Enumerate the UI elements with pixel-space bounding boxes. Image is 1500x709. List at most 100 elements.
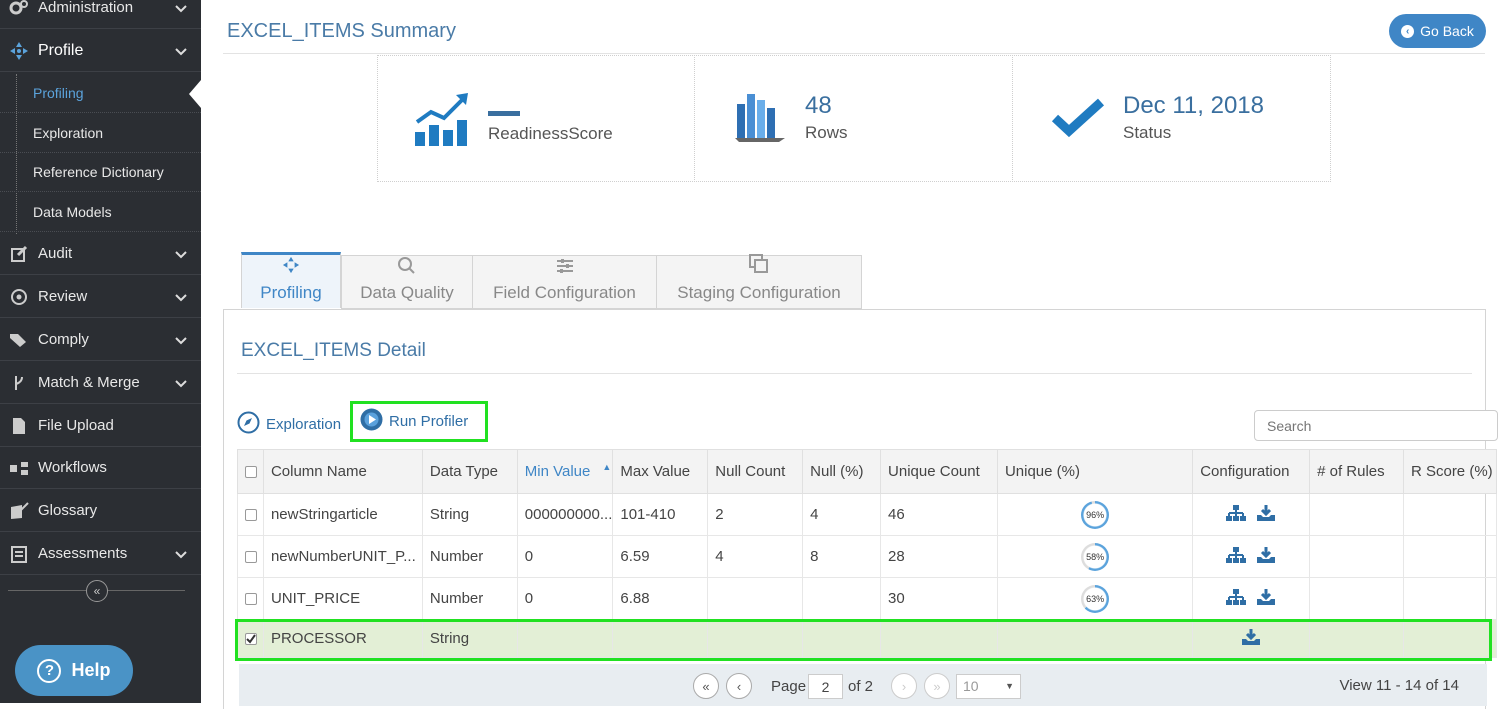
cell-rules [1309, 619, 1404, 658]
tab-field-configuration[interactable]: Field Configuration [472, 255, 657, 309]
tab-label: Profiling [260, 283, 322, 302]
cell-rscore [1402, 577, 1498, 620]
cell-max-value: 101-410 [612, 493, 709, 536]
table-row[interactable]: UNIT_PRICE Number 0 6.88 30 63% [237, 577, 1498, 620]
next-page-icon[interactable]: › [891, 673, 917, 699]
page-number-input[interactable] [808, 674, 843, 699]
tab-profiling[interactable]: Profiling [241, 252, 341, 308]
hierarchy-icon[interactable] [1226, 546, 1247, 568]
table-header-row: Column Name Data Type Min Value ▲ Max Val… [237, 449, 1498, 494]
page-label: Page [771, 678, 807, 695]
checkbox[interactable] [245, 466, 257, 479]
tags-icon [0, 332, 38, 348]
cell-column-name: PROCESSOR [262, 619, 423, 658]
nav-administration[interactable]: Administration [0, 0, 201, 29]
page-size-select[interactable]: 10 ▼ [956, 674, 1021, 699]
clipboard-icon [0, 545, 38, 563]
cell-null-pct: 4 [802, 493, 882, 536]
last-page-icon[interactable]: » [924, 673, 950, 699]
nav-profile[interactable]: Profile [0, 30, 201, 72]
nav-comply[interactable]: Comply [0, 319, 201, 361]
rows-stat: 48 Rows [694, 55, 1013, 182]
column-header[interactable]: Unique (%) [996, 449, 1194, 494]
help-button[interactable]: ? Help [15, 645, 133, 696]
download-icon[interactable] [1256, 504, 1276, 526]
chevron-down-icon [175, 332, 187, 349]
cell-data-type: Number [421, 535, 518, 578]
go-back-label: Go Back [1420, 23, 1474, 39]
download-icon[interactable] [1241, 628, 1261, 650]
column-header[interactable]: Null Count [707, 449, 804, 494]
download-icon[interactable] [1256, 588, 1276, 610]
select-all-checkbox[interactable] [237, 449, 264, 494]
crosshair-icon [282, 256, 300, 279]
column-header[interactable]: Column Name [262, 449, 423, 494]
search-input[interactable] [1254, 410, 1498, 441]
gears-icon [0, 0, 38, 17]
subnav-exploration[interactable]: Exploration [0, 114, 201, 153]
nav-review[interactable]: Review [0, 276, 201, 318]
chevron-down-icon [175, 246, 187, 263]
unique-pct-ring: 58% [1081, 542, 1110, 571]
subnav-reference-dictionary[interactable]: Reference Dictionary [0, 153, 201, 192]
help-label: Help [71, 660, 111, 680]
workflow-icon [0, 460, 38, 476]
pager: « ‹ Page of 2 › » 10 ▼ View 11 - 14 of 1… [239, 664, 1487, 706]
readiness-stat: ReadinessScore [377, 55, 695, 182]
table-row[interactable]: newStringarticle String 000000000... 101-41… [237, 493, 1498, 536]
column-header-sorted[interactable]: Min Value ▲ [516, 449, 614, 494]
cell-rules [1309, 577, 1404, 620]
unique-pct-label: 63% [1086, 593, 1105, 604]
download-icon[interactable] [1256, 546, 1276, 568]
column-header[interactable]: R Score (%) [1402, 449, 1498, 494]
nav-label: Glossary [38, 502, 98, 519]
checkmark-icon [1051, 98, 1105, 143]
nav-audit[interactable]: Audit [0, 233, 201, 275]
nav-workflows[interactable]: Workflows [0, 447, 201, 489]
tab-data-quality[interactable]: Data Quality [341, 255, 473, 309]
compass-icon [237, 411, 260, 438]
hierarchy-icon[interactable] [1226, 588, 1247, 610]
column-header[interactable]: # of Rules [1309, 449, 1404, 494]
table-row[interactable]: PROCESSOR String [237, 619, 1498, 658]
run-profiler-label: Run Profiler [389, 413, 469, 430]
nav-label: Comply [38, 331, 89, 348]
column-header[interactable]: Max Value [612, 449, 709, 494]
prev-page-icon[interactable]: ‹ [726, 673, 752, 699]
cell-configuration [1192, 535, 1311, 578]
arrow-left-icon: ‹ [1401, 24, 1415, 38]
column-header[interactable]: Data Type [421, 449, 518, 494]
cell-unique-count: 30 [880, 577, 998, 620]
nav-file-upload[interactable]: File Upload [0, 405, 201, 447]
collapse-sidebar-icon[interactable]: « [86, 580, 108, 602]
rows-label: Rows [805, 123, 848, 142]
nav-label: Profile [38, 41, 84, 59]
first-page-icon[interactable]: « [693, 673, 719, 699]
column-header[interactable]: Null (%) [802, 449, 882, 494]
cell-unique-pct [996, 619, 1194, 658]
row-checkbox[interactable] [245, 633, 257, 646]
cell-rscore [1402, 535, 1498, 578]
exploration-label: Exploration [266, 416, 342, 433]
exploration-link[interactable]: Exploration [237, 411, 341, 438]
hierarchy-icon[interactable] [1226, 504, 1247, 526]
tab-staging-configuration[interactable]: Staging Configuration [656, 254, 862, 309]
magnify-check-icon [397, 256, 417, 279]
column-header[interactable]: Unique Count [880, 449, 998, 494]
row-checkbox[interactable] [245, 593, 257, 606]
cell-unique-count: 46 [880, 493, 998, 536]
cell-max-value [612, 619, 709, 658]
chevron-down-icon [175, 0, 187, 17]
run-profiler-button[interactable]: Run Profiler [350, 401, 488, 442]
tab-label: Staging Configuration [677, 283, 841, 302]
nav-match-merge[interactable]: Match & Merge [0, 362, 201, 404]
subnav-data-models[interactable]: Data Models [0, 193, 201, 232]
go-back-button[interactable]: ‹ Go Back [1389, 14, 1486, 48]
nav-glossary[interactable]: Glossary [0, 490, 201, 532]
subnav-profiling[interactable]: Profiling [0, 74, 201, 113]
row-checkbox[interactable] [245, 509, 257, 522]
row-checkbox[interactable] [245, 551, 257, 564]
nav-assessments[interactable]: Assessments [0, 533, 201, 575]
table-row[interactable]: newNumberUNIT_P... Number 0 6.59 4 8 28 58% [237, 535, 1498, 578]
column-header[interactable]: Configuration [1192, 449, 1311, 494]
